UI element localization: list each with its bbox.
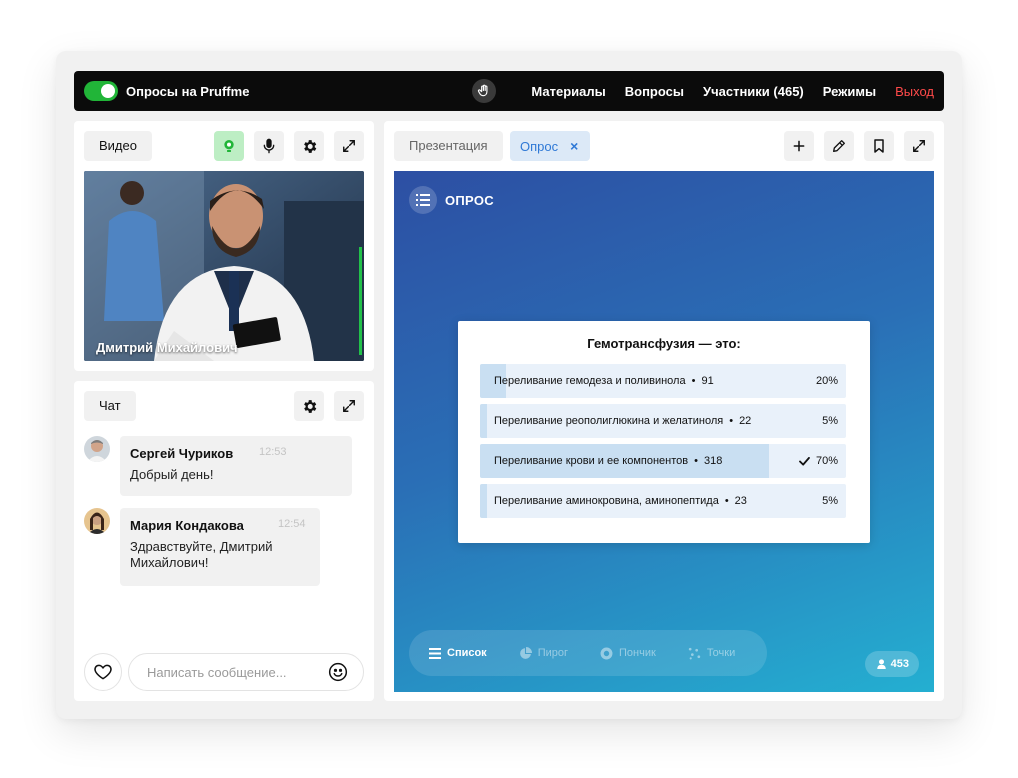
list-icon (429, 647, 441, 659)
poll-question: Гемотрансфузия — это: (587, 336, 741, 351)
chart-type-list[interactable]: Список (429, 647, 487, 659)
chat-panel: Чат Сергей Чуриков 12:53 Добрый день! Ма… (74, 381, 374, 701)
nav-questions[interactable]: Вопросы (625, 84, 684, 99)
speaker-name: Дмитрий Михайлович (96, 340, 238, 355)
exit-button[interactable]: Выход (895, 84, 934, 99)
answer-fill (480, 484, 488, 518)
message-text: Здравствуйте, Дмитрий Михайлович! (130, 539, 273, 570)
plus-icon[interactable] (784, 131, 814, 161)
viewer-count: 453 (864, 651, 919, 677)
presentation-panel: Презентация Опрос × ОПРОС Гемотрансфузия… (384, 121, 944, 701)
tab-presentation[interactable]: Презентация (394, 131, 503, 161)
poll-card: Гемотрансфузия — это: Переливание гемоде… (458, 321, 870, 543)
video-label[interactable]: Видео (84, 131, 152, 161)
answer-label: Переливание крови и ее компонентов • 318 (494, 455, 723, 467)
donut-icon (600, 647, 613, 659)
answer-label: Переливание гемодеза и поливинола • 91 (494, 375, 714, 387)
chart-type-donut[interactable]: Пончик (600, 647, 656, 660)
video-feed[interactable]: Дмитрий Михайлович (84, 171, 364, 361)
avatar (84, 508, 110, 534)
expand-icon[interactable] (334, 131, 364, 161)
poll-answer[interactable]: Переливание реополиглюкина и желатиноля •… (480, 404, 846, 438)
chart-type-selector: Список Пирог Пончик Точки (409, 630, 767, 676)
slide-title: ОПРОС (445, 192, 494, 208)
close-icon[interactable]: × (570, 138, 578, 154)
chart-type-dots[interactable]: Точки (688, 647, 735, 660)
polls-toggle[interactable] (84, 81, 118, 101)
chat-message: Сергей Чуриков 12:53 Добрый день! (120, 436, 352, 496)
answer-votes: 22 (739, 415, 752, 427)
expand-icon[interactable] (904, 131, 934, 161)
answer-percent: 5% (822, 495, 838, 507)
webcam-icon[interactable] (214, 131, 244, 161)
video-panel: Видео Дмитрий Михайлович (74, 121, 374, 371)
nav-participants[interactable]: Участники (465) (703, 84, 804, 99)
top-bar: Опросы на Pruffme Материалы Вопросы Учас… (74, 71, 944, 111)
chat-message: Мария Кондакова 12:54 Здравствуйте, Дмит… (120, 508, 320, 586)
message-time: 12:53 (259, 446, 287, 458)
nav-modes[interactable]: Режимы (823, 84, 876, 99)
slide-header: ОПРОС (409, 186, 494, 214)
poll-answer[interactable]: Переливание гемодеза и поливинола • 91 20% (480, 364, 846, 398)
answer-votes: 23 (734, 495, 747, 507)
chat-label[interactable]: Чат (84, 391, 136, 421)
message-time: 12:54 (278, 518, 306, 530)
tab-poll-label: Опрос (520, 138, 559, 154)
poll-answer[interactable]: Переливание крови и ее компонентов • 318 7… (480, 444, 846, 478)
nav-materials[interactable]: Материалы (531, 84, 605, 99)
gear-icon[interactable] (294, 131, 324, 161)
dots-icon (688, 647, 700, 659)
list-icon[interactable] (409, 186, 437, 214)
pen-icon[interactable] (824, 131, 854, 161)
answer-label: Переливание аминокровина, аминопептида • 2… (494, 495, 747, 507)
person-icon (876, 659, 886, 669)
doctor-video-image (84, 171, 364, 361)
answer-percent: 5% (822, 415, 838, 427)
poll-answer[interactable]: Переливание аминокровина, аминопептида • 2… (480, 484, 846, 518)
app-title: Опросы на Pruffme (126, 83, 250, 99)
answer-votes: 91 (701, 375, 714, 387)
audio-level-indicator (359, 247, 362, 355)
answer-votes: 318 (703, 455, 723, 467)
message-author: Сергей Чуриков (130, 446, 234, 461)
checkmark-icon (799, 456, 810, 466)
poll-slide: ОПРОС Гемотрансфузия — это: Переливание … (394, 171, 934, 692)
smiley-icon[interactable] (328, 662, 348, 682)
heart-icon[interactable] (84, 653, 122, 691)
answer-percent: 20% (815, 375, 838, 387)
pie-icon (519, 646, 532, 659)
message-text: Добрый день! (130, 467, 214, 482)
answer-fill (480, 404, 488, 438)
tab-poll[interactable]: Опрос × (510, 131, 591, 161)
gear-icon[interactable] (294, 391, 324, 421)
expand-icon[interactable] (334, 391, 364, 421)
hand-icon[interactable] (472, 79, 497, 103)
chart-type-pie[interactable]: Пирог (519, 646, 568, 660)
answer-percent: 70% (799, 444, 838, 478)
microphone-icon[interactable] (254, 131, 284, 161)
bookmark-icon[interactable] (864, 131, 894, 161)
answer-label: Переливание реополиглюкина и желатиноля •… (494, 415, 752, 427)
avatar (84, 436, 110, 462)
